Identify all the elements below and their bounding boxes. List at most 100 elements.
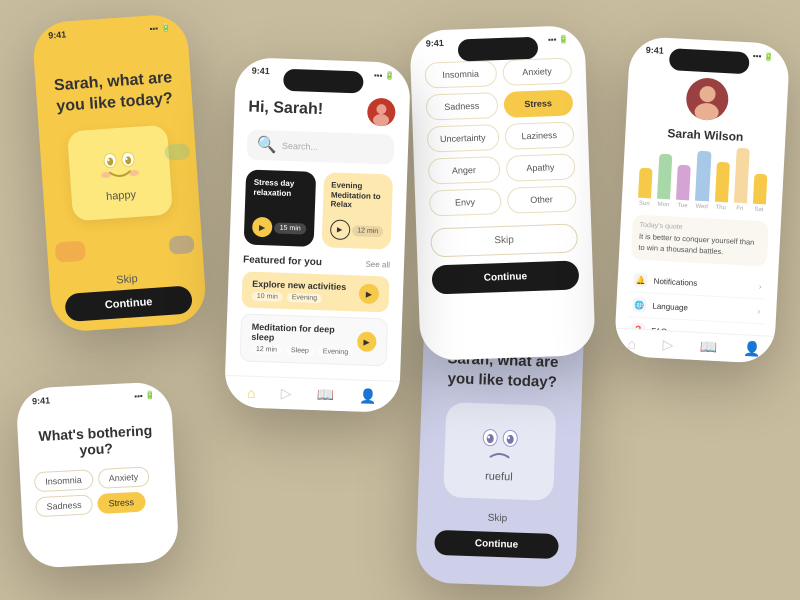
phone5-mood-card[interactable]: rueful	[443, 402, 556, 501]
tag4-anxiety[interactable]: Anxiety	[502, 58, 572, 86]
featured-card1-duration: 15 min	[275, 222, 306, 234]
tag4-stress[interactable]: Stress	[503, 89, 573, 117]
chart-bar-sat: Sat	[752, 174, 767, 214]
phone4-continue-button[interactable]: Continue	[431, 260, 579, 294]
language-arrow: ›	[757, 307, 760, 316]
phone4-skip-button[interactable]: Skip	[430, 223, 578, 257]
tag-anxiety[interactable]: Anxiety	[97, 466, 149, 489]
nav-play-icon[interactable]: ▷	[280, 385, 291, 402]
phone2-question: What's bothering you?	[31, 422, 160, 461]
phone3-signal: ▪▪▪ 🔋	[374, 70, 395, 80]
mood-label: happy	[106, 189, 137, 203]
tag4-anger[interactable]: Anger	[428, 156, 500, 184]
nav-book-icon[interactable]: 📖	[316, 386, 334, 404]
activity1-tag-duration: 10 min	[252, 292, 283, 302]
activity2-name: Meditation for deep sleep	[251, 322, 357, 346]
tag4-envy[interactable]: Envy	[429, 188, 501, 216]
phone1-signal: ▪▪▪	[149, 23, 158, 33]
tag4-laziness[interactable]: Laziness	[504, 121, 574, 149]
featured-card2-play[interactable]: ▶	[329, 219, 350, 240]
nav-home-icon[interactable]: ⌂	[247, 384, 256, 400]
phone1-skip-button[interactable]: Skip	[116, 273, 138, 286]
phone-home: 9:41 ▪▪▪ 🔋 Hi, Sarah! 🔍 Search... Stress…	[224, 57, 411, 413]
section-header: Featured for you See all	[243, 254, 390, 270]
phone1-question: Sarah, what are you like today?	[49, 68, 179, 118]
decoration-blob-orange	[55, 241, 86, 263]
phone1-wifi: 🔋	[161, 23, 172, 33]
chart-label-sun: Sun	[639, 201, 650, 208]
profile-nav-book[interactable]: 📖	[699, 338, 717, 356]
profile-nav-person[interactable]: 👤	[743, 340, 761, 358]
featured-card2-duration: 12 min	[352, 225, 383, 237]
chart-label-tue: Tue	[677, 203, 687, 210]
phone5-skip-button[interactable]: Skip	[488, 513, 508, 525]
activity1-play[interactable]: ▶	[359, 283, 380, 304]
phone2-time: 9:41	[32, 395, 51, 406]
quote-text: It is better to conquer yourself than to…	[638, 232, 761, 259]
tag4-sadness[interactable]: Sadness	[426, 92, 498, 120]
tag-stress[interactable]: Stress	[97, 492, 145, 514]
phone1-continue-button[interactable]: Continue	[64, 285, 193, 322]
chart-bar-thu: Thu	[714, 162, 730, 212]
activity2-tag-type: Sleep	[286, 346, 314, 356]
phone5-continue-button[interactable]: Continue	[434, 530, 558, 559]
chart-label-mon: Mon	[657, 202, 669, 209]
activity-card-1[interactable]: Explore new activities 10 min Evening ▶	[241, 271, 389, 312]
home-search-bar[interactable]: 🔍 Search...	[247, 129, 395, 164]
notifications-arrow: ›	[759, 282, 762, 291]
phone1-mood-card[interactable]: happy	[66, 124, 172, 221]
happy-face-svg	[92, 142, 147, 188]
tag4-apathy[interactable]: Apathy	[505, 153, 575, 181]
activity2-play[interactable]: ▶	[357, 331, 377, 352]
phone2-tag-grid: Insomnia Anxiety Sadness Stress	[34, 466, 163, 518]
nav-person-icon[interactable]: 👤	[359, 388, 377, 406]
featured-cards-row: Stress day relaxation ▶ 15 min Evening M…	[244, 169, 394, 249]
featured-card-cream[interactable]: Evening Meditation to Relax ▶ 12 min	[321, 172, 393, 249]
profile-nav-home[interactable]: ⌂	[627, 335, 636, 351]
mood-chart: Sun Mon Tue Wed Thu Fri Sat	[634, 147, 773, 214]
notifications-icon: 🔔	[633, 273, 648, 288]
language-icon: 🌐	[632, 298, 647, 313]
phone-bothering: 9:41 ▪▪▪ 🔋 What's bothering you? Insomni…	[15, 381, 179, 569]
phone3-bottom-nav: ⌂ ▷ 📖 👤	[224, 375, 400, 413]
activity1-name: Explore new activities	[252, 279, 346, 292]
chart-bar-wed: Wed	[695, 151, 711, 211]
activity2-tag-time: Evening	[318, 347, 354, 357]
home-avatar[interactable]	[367, 98, 396, 127]
phone6-notch	[669, 48, 750, 74]
phone3-time: 9:41	[252, 66, 270, 77]
see-all-link[interactable]: See all	[365, 260, 390, 270]
search-placeholder: Search...	[282, 141, 318, 152]
tag4-uncertainty[interactable]: Uncertainty	[427, 124, 499, 152]
home-greeting: Hi, Sarah!	[248, 99, 323, 120]
quote-section: Today's quote It is better to conquer yo…	[631, 214, 769, 266]
language-label: Language	[652, 301, 688, 312]
profile-nav-play[interactable]: ▷	[662, 336, 674, 354]
notifications-label: Notifications	[653, 276, 697, 287]
activity-card-2[interactable]: Meditation for deep sleep 12 min Sleep E…	[240, 313, 389, 366]
featured-card1-title: Stress day relaxation	[253, 178, 307, 199]
featured-card2-title: Evening Meditation to Relax	[330, 180, 384, 211]
phone6-signal: ▪▪▪ 🔋	[753, 51, 774, 61]
phone4-signal: ▪▪▪ 🔋	[548, 34, 569, 44]
phone4-time: 9:41	[426, 38, 444, 49]
search-icon: 🔍	[257, 135, 278, 156]
rueful-face-svg	[471, 420, 529, 468]
tag-sadness[interactable]: Sadness	[35, 494, 93, 517]
tag-insomnia[interactable]: Insomnia	[34, 469, 93, 492]
phone-happy-mood: 9:41 ▪▪▪ 🔋 Sarah, what are you like toda…	[31, 13, 207, 333]
profile-avatar	[685, 77, 729, 121]
chart-label-fri: Fri	[736, 206, 743, 212]
featured-card-dark[interactable]: Stress day relaxation ▶ 15 min	[244, 169, 316, 246]
chart-label-sat: Sat	[754, 207, 763, 213]
phone2-signal: ▪▪▪ 🔋	[134, 390, 155, 400]
phone3-notch	[283, 69, 364, 94]
chart-label-thu: Thu	[715, 205, 726, 212]
tag4-insomnia[interactable]: Insomnia	[424, 60, 496, 88]
phone6-time: 9:41	[646, 45, 665, 56]
tag4-other[interactable]: Other	[506, 185, 576, 213]
chart-label-wed: Wed	[695, 204, 708, 211]
chart-bar-fri: Fri	[733, 148, 749, 213]
phone4-tag-grid: Insomnia Anxiety Sadness Stress Uncertai…	[424, 58, 576, 217]
featured-card1-play[interactable]: ▶	[252, 217, 273, 238]
